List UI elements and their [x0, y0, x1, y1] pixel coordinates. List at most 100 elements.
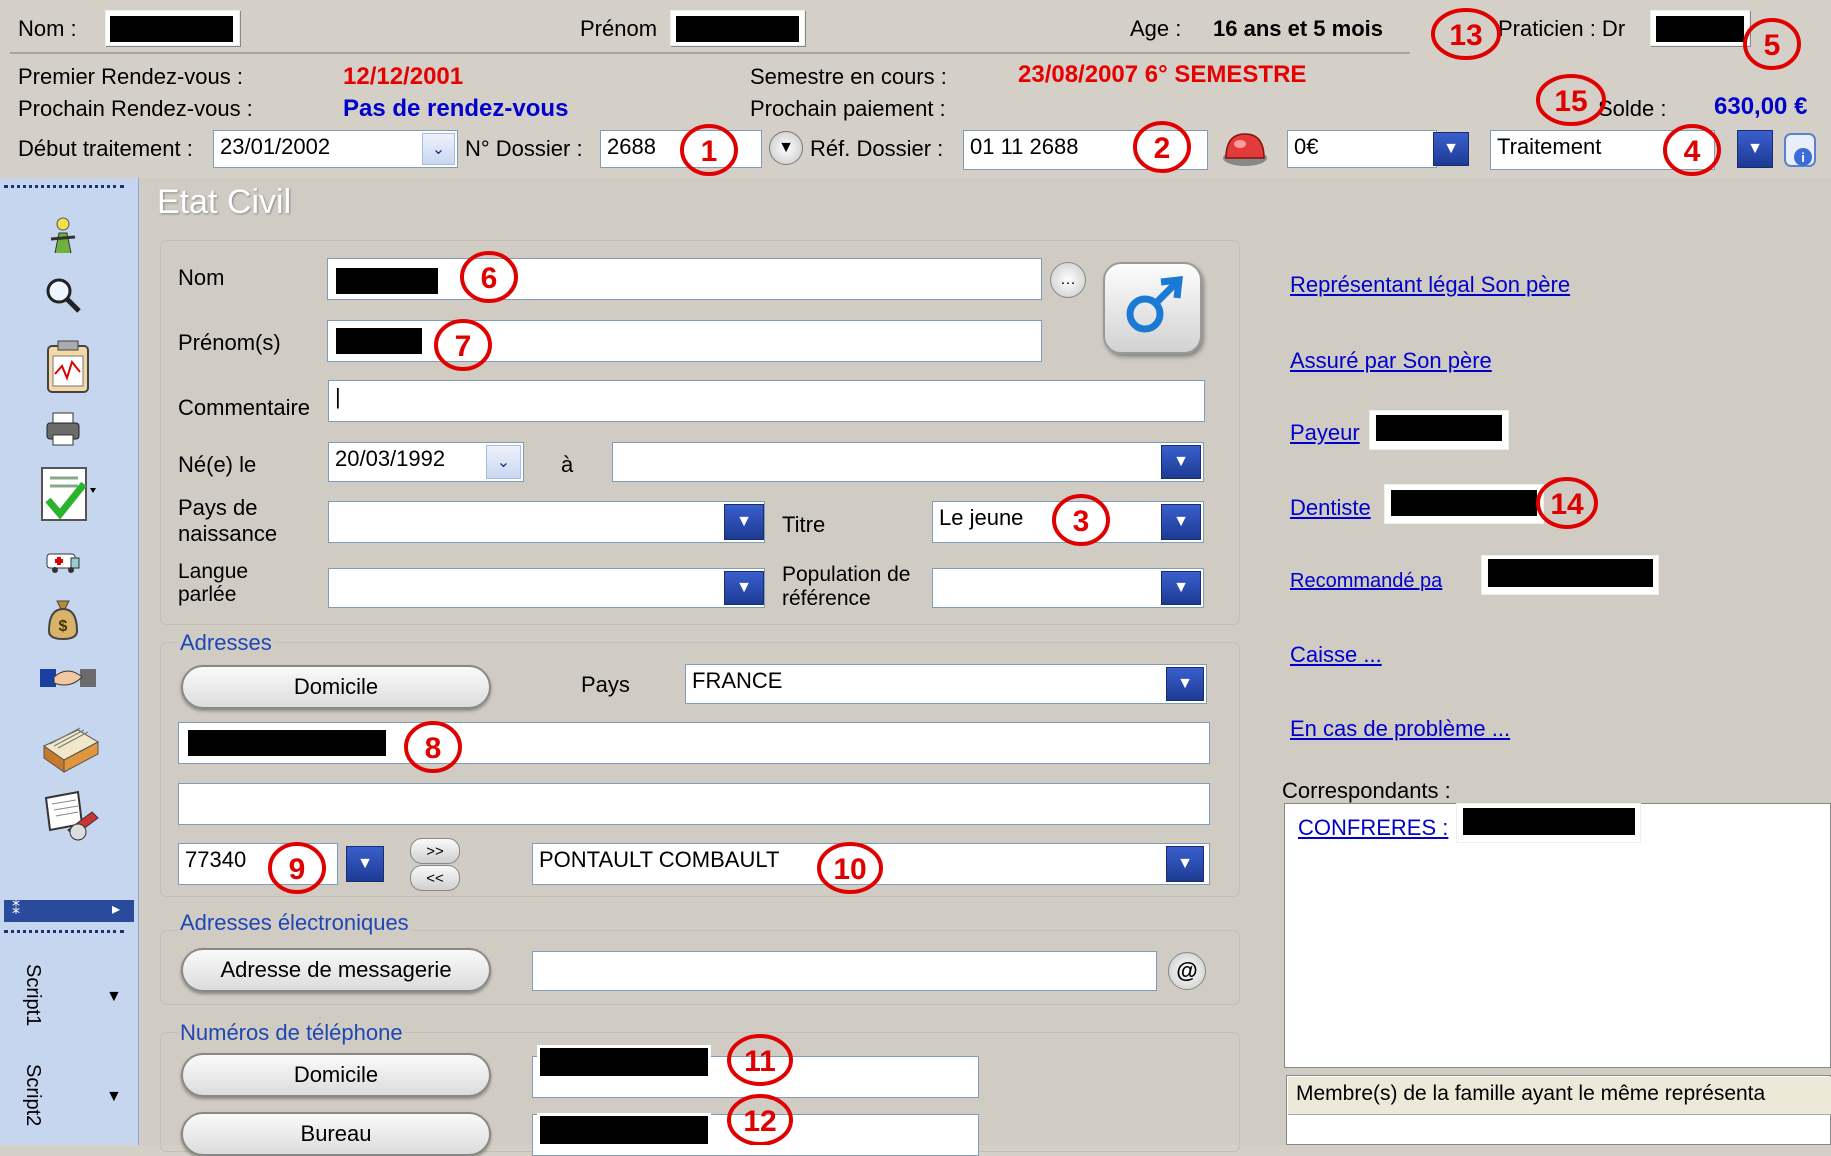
prochain-paiement-label: Prochain paiement : — [750, 96, 946, 121]
solde-value: 630,00 € — [1714, 93, 1808, 120]
ref-dossier-field[interactable]: 01 11 2688 — [963, 130, 1208, 170]
money-bag-icon[interactable]: $ — [38, 594, 88, 644]
ne-le-dropdown[interactable]: ⌄ — [486, 445, 521, 479]
prochain-rdv-label: Prochain Rendez-vous : — [18, 96, 253, 121]
code-postal-input[interactable]: 77340 — [178, 843, 338, 885]
semestre-label: Semestre en cours : — [750, 64, 947, 89]
nom-more-button[interactable]: … — [1050, 262, 1086, 298]
payeur-link[interactable]: Payeur — [1290, 420, 1360, 446]
a-label: à — [561, 452, 574, 477]
mail-icon[interactable] — [38, 786, 102, 846]
commentaire-input[interactable]: | — [328, 380, 1205, 422]
langue-select[interactable] — [328, 568, 765, 608]
male-symbol-icon — [1126, 276, 1183, 333]
representant-link[interactable]: Représentant légal Son père — [1290, 272, 1570, 298]
pays-dropdown[interactable]: ▼ — [1166, 667, 1204, 701]
script1-dropdown-icon[interactable]: ▼ — [106, 988, 122, 1006]
pays-naissance-dropdown[interactable]: ▼ — [724, 504, 764, 540]
membres-famille-header[interactable]: Membre(s) de la famille ayant le même re… — [1288, 1077, 1831, 1115]
redacted-confreres — [1463, 808, 1635, 835]
debut-traitement-dropdown[interactable]: ⌄ — [422, 133, 455, 165]
handshake-icon[interactable] — [38, 654, 98, 704]
sidebar-grip-top — [4, 185, 124, 192]
sidebar-splitter[interactable]: ⁑ ▸ — [4, 900, 134, 922]
langue-dropdown[interactable]: ▼ — [724, 571, 764, 605]
checklist-icon[interactable] — [38, 462, 98, 526]
nom-label: Nom : — [18, 16, 77, 41]
sidebar-grip-bottom — [4, 930, 124, 937]
age-value: 16 ans et 5 mois — [1213, 16, 1383, 41]
debut-traitement-label: Début traitement : — [18, 136, 193, 161]
recommande-link[interactable]: Recommandé pa — [1290, 570, 1442, 593]
gender-male-button[interactable] — [1103, 262, 1202, 354]
praticien-label: Praticien : Dr — [1498, 16, 1626, 41]
probleme-link[interactable]: En cas de problème ... — [1290, 716, 1510, 742]
header-separator — [10, 52, 1410, 54]
adresse-domicile-button[interactable]: Domicile — [181, 665, 491, 709]
redacted-adresse — [188, 730, 386, 756]
amount-dropdown-button[interactable]: ▼ — [1433, 132, 1469, 166]
assure-link[interactable]: Assuré par Son père — [1290, 348, 1492, 374]
ville-dropdown[interactable]: ▼ — [1166, 846, 1204, 882]
dentiste-link[interactable]: Dentiste — [1290, 495, 1371, 521]
person-icon[interactable] — [38, 210, 88, 260]
premier-rdv-value: 12/12/2001 — [343, 63, 464, 90]
svg-text:$: $ — [59, 618, 68, 635]
magnifier-icon[interactable] — [38, 270, 88, 320]
card-file-icon[interactable] — [38, 716, 102, 776]
lieu-naissance-dropdown[interactable]: ▼ — [1161, 445, 1201, 479]
ambulance-icon[interactable] — [38, 536, 88, 586]
messagerie-button[interactable]: Adresse de messagerie — [181, 948, 491, 992]
confreres-link[interactable]: CONFRERES : — [1298, 815, 1448, 841]
adresses-title: Adresses — [178, 630, 274, 656]
debut-traitement-value: 23/01/2002 — [220, 134, 331, 159]
at-sign-icon[interactable]: @ — [1168, 952, 1206, 990]
tel-domicile-button[interactable]: Domicile — [181, 1053, 491, 1097]
printer-icon[interactable] — [38, 404, 88, 454]
prenom-input[interactable] — [327, 320, 1042, 362]
dossier-field[interactable]: 2688 — [600, 130, 762, 168]
redacted-prenom-input — [336, 328, 422, 354]
status-select[interactable]: Traitement — [1490, 130, 1715, 170]
code-postal-value: 77340 — [185, 847, 247, 872]
pays-naissance-label-1: Pays de — [178, 495, 258, 520]
ref-dossier-value: 01 11 2688 — [970, 134, 1079, 159]
prenom-label: Prénom — [580, 16, 658, 41]
amount-select[interactable]: 0€ — [1287, 130, 1437, 168]
adresse-ligne2-input[interactable] — [178, 783, 1210, 825]
langue-label-2: parlée — [178, 583, 237, 606]
titre-dropdown[interactable]: ▼ — [1161, 504, 1201, 540]
ville-value: PONTAULT COMBAULT — [539, 847, 780, 872]
status-dropdown-button[interactable]: ▼ — [1737, 130, 1773, 168]
pays-naissance-label-2: naissance — [178, 521, 278, 546]
prenom-field-label: Prénom(s) — [178, 330, 281, 355]
amount-value: 0€ — [1294, 134, 1319, 159]
code-postal-dropdown[interactable]: ▼ — [346, 846, 384, 882]
messagerie-input[interactable] — [532, 951, 1157, 991]
population-label-2: référence — [782, 587, 871, 610]
langue-label-1: Langue — [178, 560, 249, 583]
lieu-naissance-select[interactable] — [612, 442, 1204, 482]
script2-tab[interactable]: Script2 ▼ — [10, 1060, 130, 1145]
pays-naissance-select[interactable] — [328, 501, 765, 543]
population-dropdown[interactable]: ▼ — [1161, 571, 1201, 605]
solde-label: Solde : — [1598, 96, 1667, 121]
ville-select[interactable]: PONTAULT COMBAULT — [532, 843, 1210, 885]
commentaire-value: | — [335, 384, 341, 409]
arrows-left: << — [426, 869, 444, 887]
redacted-tel-bureau — [540, 1116, 708, 1144]
semestre-value: 23/08/2007 6° SEMESTRE — [1018, 61, 1307, 88]
caisse-link[interactable]: Caisse ... — [1290, 642, 1382, 668]
pays-select[interactable]: FRANCE — [685, 664, 1207, 704]
swap-arrows-button[interactable]: >> << — [410, 838, 460, 892]
script1-tab[interactable]: Script1 ▼ — [10, 960, 130, 1050]
tel-bureau-button[interactable]: Bureau — [181, 1112, 491, 1156]
etat-civil-title: Etat Civil — [157, 183, 292, 221]
script2-dropdown-icon[interactable]: ▼ — [106, 1088, 122, 1106]
nom-field-label: Nom — [178, 265, 225, 290]
alarm-icon[interactable] — [1220, 128, 1270, 168]
dossier-arrow-button[interactable]: ▼ — [769, 131, 803, 165]
pays-value: FRANCE — [692, 668, 783, 693]
clipboard-chart-icon[interactable] — [38, 336, 98, 396]
info-icon[interactable]: i — [1781, 130, 1821, 170]
